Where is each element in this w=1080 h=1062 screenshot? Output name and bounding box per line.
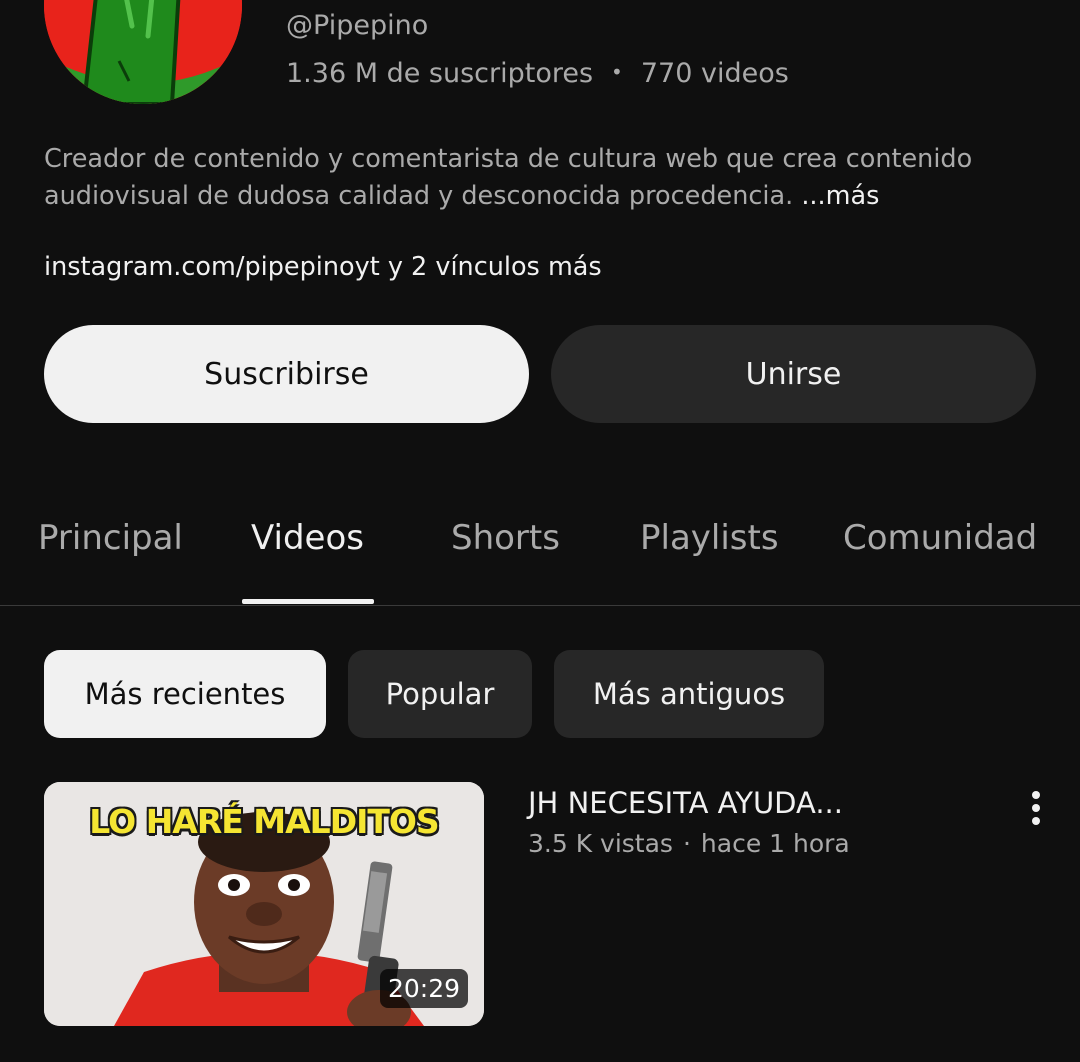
channel-handle: @Pipepino [286,10,429,41]
video-views: 3.5 K vistas [528,829,673,858]
description-more-link[interactable]: ...más [801,181,879,211]
channel-tabs: Principal Videos Shorts Playlists Comuni… [0,480,1080,606]
video-duration: 20:29 [379,969,468,1008]
more-vert-icon[interactable] [1016,786,1056,830]
pickle-avatar-icon [44,0,242,104]
tab-comunidad[interactable]: Comunidad [843,518,1037,558]
stats-separator: • [611,60,623,84]
tab-shorts[interactable]: Shorts [451,518,560,558]
video-thumbnail[interactable]: LO HARÉ MALDITOS 20:29 [44,782,484,1026]
channel-description[interactable]: Creador de contenido y comentarista de c… [44,141,1044,215]
channel-links[interactable]: instagram.com/pipepinoyt y 2 vínculos má… [44,252,602,282]
video-age: hace 1 hora [700,829,850,858]
channel-page: @Pipepino 1.36 M de suscriptores • 770 vid… [0,0,1080,1062]
subscribe-button[interactable]: Suscribirse [44,325,529,423]
subscriber-count: 1.36 M de suscriptores [286,58,594,89]
filter-chip-recent[interactable]: Más recientes [44,650,326,738]
meta-separator: · [682,829,691,858]
join-button[interactable]: Unirse [551,325,1036,423]
kebab-dots-icon [1032,791,1040,825]
video-count: 770 videos [640,58,789,89]
channel-avatar[interactable] [44,0,242,104]
video-meta: 3.5 K vistas · hace 1 hora [528,829,850,858]
thumbnail-caption: LO HARÉ MALDITOS [89,802,439,841]
tab-playlists[interactable]: Playlists [640,518,779,558]
filter-chip-oldest[interactable]: Más antiguos [554,650,824,738]
channel-stats: 1.36 M de suscriptores • 770 videos [286,58,789,89]
active-tab-indicator [242,599,374,604]
video-title[interactable]: JH NECESITA AYUDA... [528,786,843,820]
tab-principal[interactable]: Principal [38,518,183,558]
filter-chip-popular[interactable]: Popular [348,650,532,738]
tab-videos[interactable]: Videos [251,518,364,558]
